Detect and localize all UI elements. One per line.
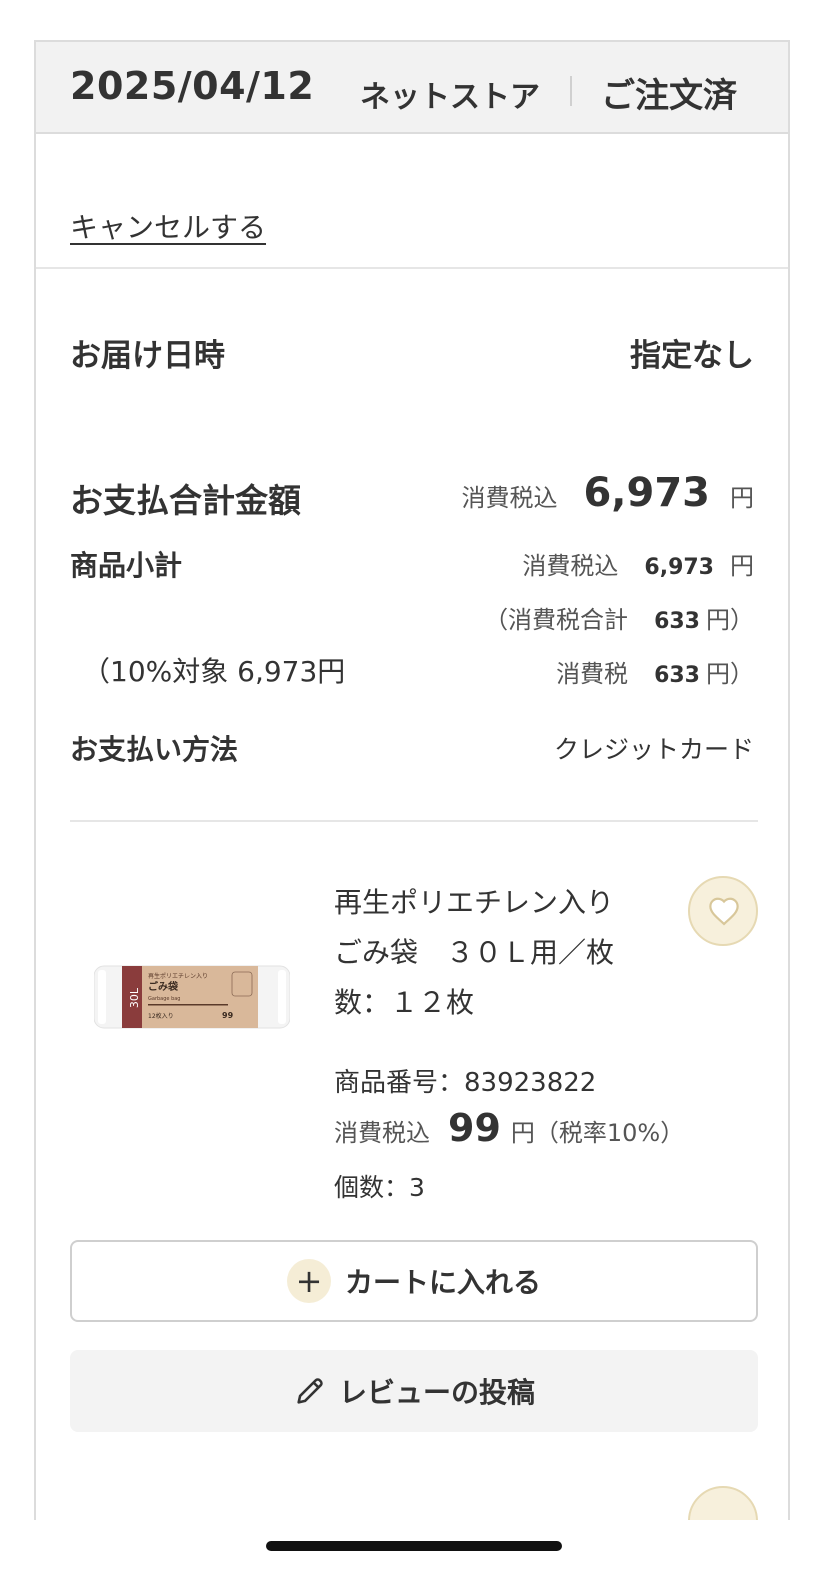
header-divider: [570, 76, 572, 106]
add-to-cart-button[interactable]: + カートに入れる: [70, 1240, 758, 1322]
payment-total-amount: 6,973: [583, 470, 710, 516]
post-review-button[interactable]: レビューの投稿: [70, 1350, 758, 1432]
subtotal-tax-label: 消費税込: [522, 552, 619, 580]
payment-total-label: お支払合計金額: [70, 481, 301, 520]
payment-total-tax-label: 消費税込: [461, 484, 558, 512]
tax-total-line: （消費税合計 633 円）: [484, 600, 754, 635]
product-image-title: ごみ袋: [148, 980, 179, 993]
product-tax-label: 消費税込: [334, 1119, 430, 1147]
add-to-cart-label: カートに入れる: [344, 1266, 541, 1299]
order-date: 2025/04/12: [70, 64, 315, 108]
product-image-subtitle: 再生ポリエチレン入り: [148, 972, 208, 980]
post-review-label: レビューの投稿: [338, 1376, 535, 1409]
delivery-label: お届け日時: [70, 338, 225, 374]
product-image-english: Garbage bag: [148, 996, 180, 1002]
tax-label: 消費税: [556, 660, 629, 688]
delivery-value: 指定なし: [630, 338, 754, 374]
payment-total-currency: 円: [730, 484, 754, 512]
order-store: ネットストア: [360, 80, 540, 115]
product-price: 消費税込 99 円（税率10%）: [334, 1106, 684, 1150]
tax-line: 消費税 633 円）: [556, 654, 754, 689]
subtotal-amount: 6,973: [644, 555, 714, 580]
plus-icon: +: [286, 1259, 331, 1303]
subtotal-value: 消費税込 6,973 円: [522, 546, 754, 581]
product-image-count: 12枚入り: [148, 1012, 174, 1020]
product-name[interactable]: 再生ポリエチレン入り ごみ袋 ３０Ｌ用／枚数：１２枚: [334, 878, 664, 1028]
product-image[interactable]: 30L 再生ポリエチレン入り ごみ袋 Garbage bag 12枚入り 99: [94, 960, 290, 1034]
product-quantity: 個数：3: [334, 1173, 425, 1202]
tax-total-amount: 633: [654, 609, 700, 634]
tax-amount: 633: [654, 663, 700, 688]
payment-method-value: クレジットカード: [553, 735, 754, 764]
tax-total-prefix: （消費税合計: [484, 606, 629, 634]
subtotal-label: 商品小計: [70, 549, 183, 582]
home-indicator[interactable]: [266, 1541, 562, 1551]
cancel-order-link[interactable]: キャンセルする: [70, 206, 266, 246]
product-image-price: 99: [222, 1011, 234, 1020]
divider: [36, 267, 788, 269]
order-card: 2025/04/12 ネットストア ご注文済 キャンセルする お届け日時 指定な…: [34, 40, 790, 1520]
product-price-amount: 99: [448, 1106, 501, 1150]
order-status: ご注文済: [601, 76, 737, 116]
favorite-button[interactable]: [688, 876, 758, 946]
order-header: 2025/04/12 ネットストア ご注文済: [36, 42, 788, 134]
tax-total-suffix: 円）: [706, 606, 754, 634]
divider: [70, 820, 758, 822]
product-image-size: 30L: [128, 987, 141, 1008]
product-price-suffix: 円（税率10%）: [510, 1119, 685, 1147]
subtotal-currency: 円: [730, 552, 754, 580]
pencil-icon: [297, 1378, 323, 1404]
payment-total-value: 消費税込 6,973 円: [461, 470, 754, 516]
next-item-favorite-button[interactable]: [688, 1486, 758, 1520]
product-number: 商品番号：83923822: [334, 1068, 597, 1098]
heart-icon: [709, 897, 739, 926]
payment-method-label: お支払い方法: [70, 733, 239, 766]
tax-suffix: 円）: [706, 660, 754, 688]
tax-target-text: （10%対象 6,973円: [82, 655, 346, 688]
